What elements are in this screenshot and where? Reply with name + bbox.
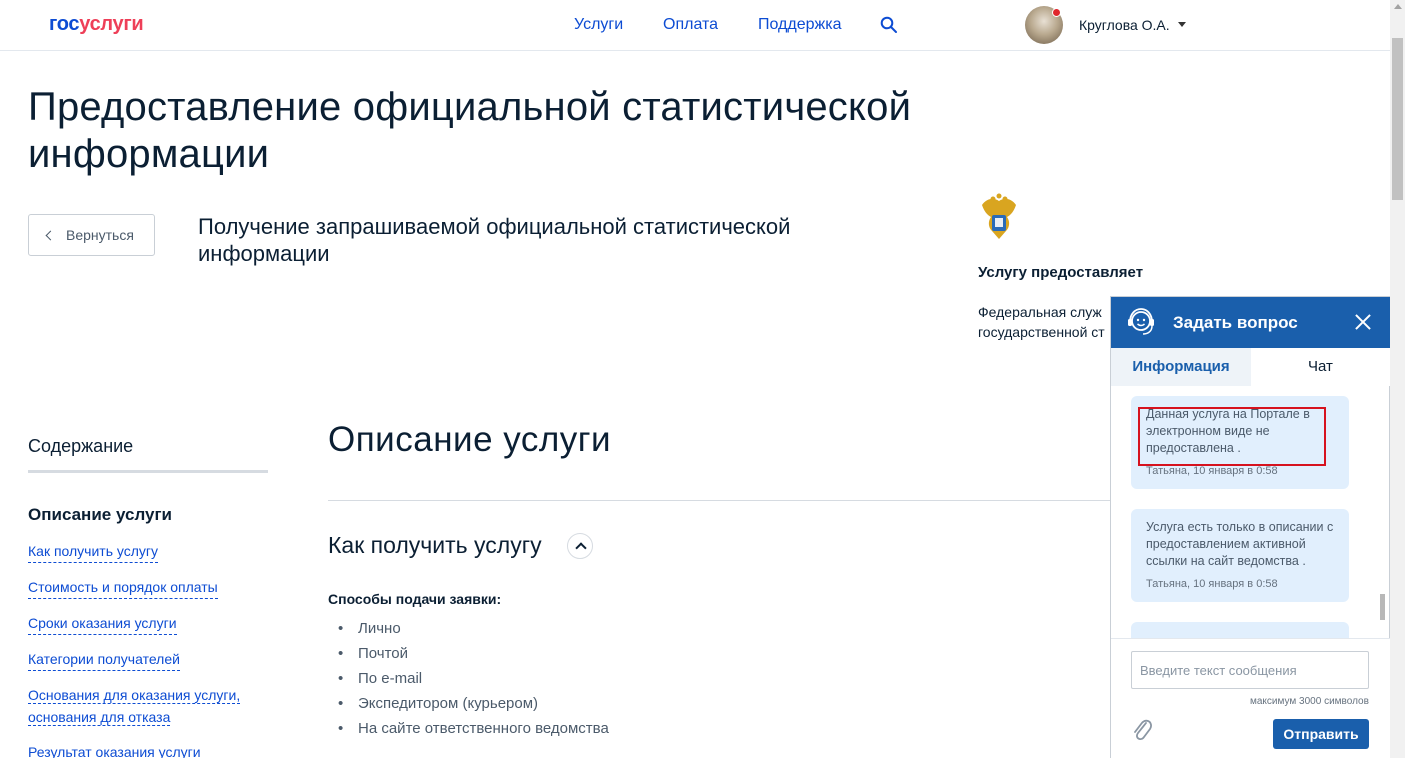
logo-part-gos: гос (49, 13, 80, 35)
scroll-up-arrow-icon[interactable] (1394, 4, 1402, 9)
toc-link-recipients[interactable]: Категории получателей (28, 648, 180, 671)
chevron-left-icon (45, 230, 56, 240)
toc-link-result[interactable]: Результат оказания услуги (28, 741, 201, 758)
provider-name: Федеральная служ государственной ст (978, 302, 1110, 342)
chat-scrollbar[interactable] (1380, 386, 1386, 638)
logo[interactable]: госуслуги (49, 13, 144, 36)
character-limit: максимум 3000 символов (1250, 696, 1369, 707)
tab-chat[interactable]: Чат (1251, 348, 1390, 386)
nav-services[interactable]: Услуги (574, 16, 623, 34)
toc-active-item: Описание услуги (28, 505, 173, 524)
provider-name-line1: Федеральная служ (978, 304, 1102, 320)
support-agent-icon (1128, 308, 1154, 335)
chat-widget: Задать вопрос Информация Чат Данная услу… (1110, 296, 1390, 758)
chat-message-partial (1131, 622, 1349, 638)
nav-support[interactable]: Поддержка (758, 16, 841, 34)
chat-message-text: Услуга есть только в описании с предоста… (1146, 520, 1334, 568)
methods-list: Лично Почтой По e-mail Экспедитором (кур… (338, 618, 609, 743)
back-button[interactable]: Вернуться (28, 214, 155, 256)
page-scrollbar[interactable] (1390, 0, 1405, 758)
paperclip-icon[interactable] (1131, 716, 1153, 744)
collapse-chevron-up-icon[interactable] (567, 533, 593, 559)
chat-scrollbar-thumb[interactable] (1380, 594, 1385, 620)
send-button[interactable]: Отправить (1273, 719, 1369, 749)
section-title: Описание услуги (328, 420, 612, 459)
toc-link-grounds-label: Основания для оказания услуги, основания… (28, 687, 241, 726)
methods-label: Способы подачи заявки: (328, 591, 502, 607)
toc-divider (28, 470, 268, 473)
list-item: Экспедитором (курьером) (338, 693, 609, 718)
provider-label: Услугу предоставляет (978, 264, 1144, 281)
chat-message-meta: Татьяна, 10 января в 0:58 (1146, 578, 1278, 590)
list-item: Почтой (338, 643, 609, 668)
list-item: По e-mail (338, 668, 609, 693)
nav-payment[interactable]: Оплата (663, 16, 718, 34)
section-divider (328, 500, 1110, 501)
toc-link-grounds[interactable]: Основания для оказания услуги, основания… (28, 684, 268, 728)
search-icon[interactable] (880, 16, 898, 34)
chevron-down-icon[interactable] (1178, 22, 1186, 27)
how-to-get-title: Как получить услугу (328, 532, 542, 558)
notification-dot (1052, 8, 1061, 17)
site-header: госуслуги Услуги Оплата Поддержка Кругло… (0, 0, 1390, 51)
toc-title: Содержание (28, 436, 134, 456)
coat-of-arms-icon (982, 193, 1016, 239)
back-button-label: Вернуться (66, 227, 134, 243)
chat-title: Задать вопрос (1173, 313, 1298, 332)
chat-message-meta: Татьяна, 10 января в 0:58 (1146, 465, 1278, 477)
chat-input-area: максимум 3000 символов Отправить (1111, 638, 1390, 758)
list-item: На сайте ответственного ведомства (338, 718, 609, 743)
service-subtitle: Получение запрашиваемой официальной стат… (198, 214, 791, 266)
logo-part-uslugi: услуги (79, 13, 144, 35)
user-name[interactable]: Круглова О.А. (1079, 17, 1170, 33)
chat-header: Задать вопрос (1111, 297, 1390, 348)
tab-information[interactable]: Информация (1111, 348, 1251, 386)
toc-link-how-to-get[interactable]: Как получить услугу (28, 540, 159, 563)
list-item: Лично (338, 618, 609, 643)
page-title: Предоставление официальной статистическо… (28, 85, 912, 176)
close-icon[interactable] (1351, 310, 1375, 334)
highlight-box (1138, 407, 1326, 466)
message-input[interactable] (1131, 651, 1369, 689)
chat-message: Услуга есть только в описании с предоста… (1131, 509, 1349, 602)
provider-name-line2: государственной ст (978, 324, 1105, 340)
scrollbar-thumb[interactable] (1392, 38, 1403, 200)
chat-messages[interactable]: Данная услуга на Портале в электронном в… (1111, 386, 1390, 638)
toc-link-cost[interactable]: Стоимость и порядок оплаты (28, 576, 218, 599)
toc-link-terms[interactable]: Сроки оказания услуги (28, 612, 177, 635)
